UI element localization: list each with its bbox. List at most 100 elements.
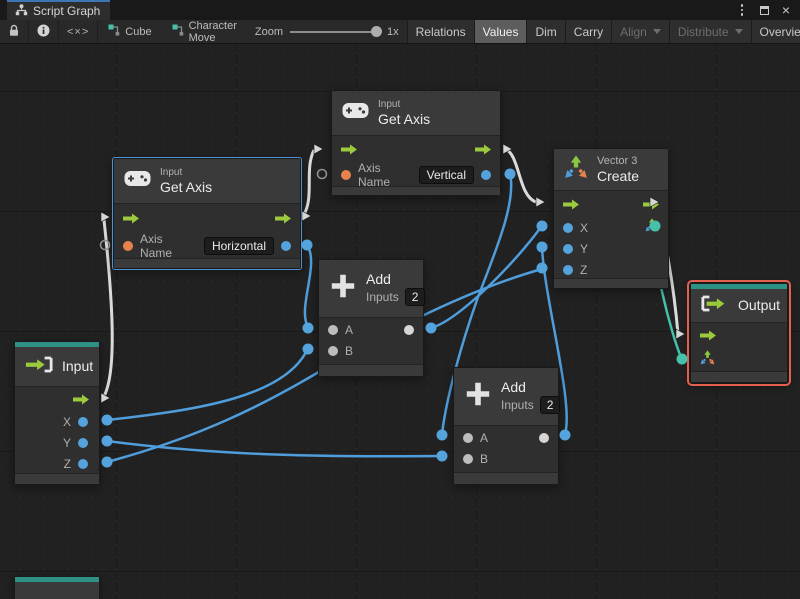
flow-arrow-icon [643,199,659,209]
inputs-label: Inputs [501,397,534,412]
port-b-row[interactable]: B [319,340,423,361]
sum-output-dot[interactable] [404,324,414,335]
breadcrumb-cube[interactable]: Cube [98,20,161,43]
flow-ports-row[interactable] [114,204,300,232]
port-y[interactable]: Y [15,432,99,453]
node-footer [554,278,668,288]
flow-endpoint [675,328,686,340]
node-get-axis-horizontal[interactable]: Input Get Axis Axis Name Horizontal [112,157,302,270]
breadcrumb-character-move[interactable]: Character Move [162,20,247,43]
value-port-dot[interactable] [463,453,473,464]
port-x-row[interactable]: X [554,217,668,238]
value-port-dot[interactable] [563,243,573,254]
variables-toggle-button[interactable]: <×> [59,20,99,43]
flow-output-port[interactable] [15,387,99,411]
flow-endpoint [313,143,324,155]
flow-ports-row[interactable] [554,191,668,217]
graph-canvas[interactable]: Input X Y Z Input Get Axis Axis Name Hor… [0,44,800,599]
port-z-row[interactable]: Z [554,259,668,280]
sum-output-dot[interactable] [539,432,549,443]
inputs-count-field[interactable]: 2 [539,395,561,414]
node-footer [691,371,787,382]
node-title: Get Axis [378,110,431,127]
value-endpoint [301,239,313,251]
wire-x-to-add1-b [106,347,310,422]
flow-arrow-icon [123,213,139,223]
wire-input-to-horizontal [101,219,114,399]
value-port-dot[interactable] [563,264,573,275]
port-a-row[interactable]: A [454,427,558,448]
value-port-dot[interactable] [78,437,88,448]
axis-name-field[interactable]: Horizontal [203,237,274,255]
vector3-arrows-icon [564,155,588,184]
zoom-value: 1x [387,25,399,38]
distribute-dropdown[interactable]: Distribute [668,20,751,43]
maximize-icon[interactable] [756,2,772,18]
port-a-row[interactable]: A [319,319,423,340]
vector3-input-port[interactable] [691,347,787,373]
node-partial-bottom[interactable] [14,576,100,599]
axis-name-label: Axis Name [358,161,391,189]
flow-endpoint [301,210,312,222]
input-bracket-arrow-icon [25,356,53,378]
zoom-slider-handle[interactable] [371,26,382,37]
node-add-2[interactable]: Add Inputs 2 A B [453,367,561,485]
node-vector3-create[interactable]: Vector 3 Create X Y Z [553,148,669,289]
node-header: Add Inputs 2 [319,260,426,318]
tab-script-graph[interactable]: Script Graph [7,0,111,20]
inputs-count-field[interactable]: 2 [404,287,426,306]
value-port-dot[interactable] [328,345,338,356]
axis-name-field[interactable]: Vertical [418,166,474,184]
relations-button[interactable]: Relations [406,20,474,43]
graph-crumb-icon [108,24,120,39]
dim-button[interactable]: Dim [526,20,565,43]
string-port-dot[interactable] [341,170,351,180]
tabbar-spacer [0,0,7,20]
node-header: Input [15,347,99,387]
port-y-row[interactable]: Y [554,238,668,259]
value-endpoint [302,343,314,355]
info-button[interactable] [29,20,59,43]
carry-button[interactable]: Carry [564,20,612,43]
value-port-dot[interactable] [563,222,573,233]
flow-arrow-icon [73,394,89,404]
variables-icon: <×> [67,25,90,38]
value-port-dot[interactable] [78,416,88,427]
port-b-row[interactable]: B [454,448,558,469]
align-dropdown[interactable]: Align [611,20,669,43]
wire-add1-to-vector3-x [430,226,543,330]
node-get-axis-vertical[interactable]: Input Get Axis Axis Name Vertical [331,90,501,196]
port-x[interactable]: X [15,411,99,432]
inputs-label: Inputs [366,289,399,304]
value-port-dot[interactable] [463,432,473,443]
value-port-dot[interactable] [328,324,338,335]
unconnected-port-ring [99,239,111,251]
overview-button[interactable]: Overview [750,20,800,43]
node-input[interactable]: Input X Y Z [14,341,100,485]
kebab-menu-icon[interactable] [734,2,750,18]
node-add-1[interactable]: Add Inputs 2 A B [318,259,426,377]
lock-button[interactable] [0,20,29,43]
zoom-control: Zoom 1x [247,20,407,43]
vector3-endpoint [676,353,688,365]
node-header: Vector 3 Create [554,149,668,191]
output-bracket-arrow-icon [701,295,729,317]
node-output[interactable]: Output [687,280,791,386]
value-endpoint [425,322,437,334]
zoom-slider[interactable] [290,26,382,38]
flow-ports-row[interactable] [332,136,500,162]
values-button[interactable]: Values [473,20,527,43]
node-title: Get Axis [160,178,213,195]
node-subtitle: Input [160,166,183,178]
result-port-dot[interactable] [481,170,491,180]
string-port-dot[interactable] [123,241,133,251]
wire-y-to-add2-b [106,439,442,458]
port-z[interactable]: Z [15,453,99,474]
vector3-result-icon[interactable] [645,218,659,237]
flow-input-port[interactable] [691,323,787,347]
value-port-dot[interactable] [78,458,88,469]
result-port-dot[interactable] [281,241,291,251]
chevron-down-icon [734,29,743,34]
node-title: Add [366,271,391,288]
close-icon[interactable]: × [778,2,794,18]
